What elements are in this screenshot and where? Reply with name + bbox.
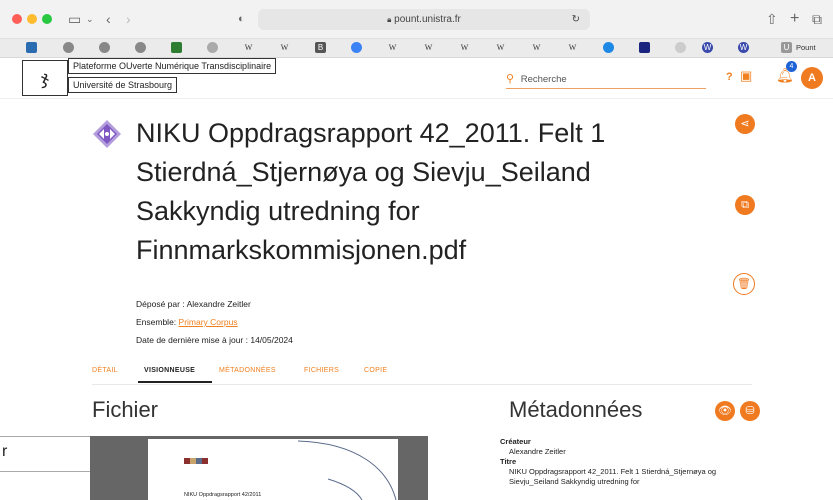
- page-title: NIKU Oppdragsrapport 42_2011. Felt 1 Sti…: [136, 114, 696, 270]
- tab-copy[interactable]: COPIE: [364, 367, 387, 374]
- wikipedia-icon[interactable]: W: [567, 42, 578, 53]
- metadata-heading: Métadonnées: [509, 397, 643, 422]
- presentation-icon[interactable]: ▣: [740, 68, 752, 84]
- pdf-viewer[interactable]: NIKU Oppdragsrapport 42/2011: [90, 436, 428, 500]
- favorites-bar: W W B W W W W W W W W U Pount: [0, 39, 833, 58]
- document-type-icon: [93, 120, 121, 148]
- title-line: Finnmarkskommisjonen.pdf: [136, 235, 467, 265]
- stray-text: r: [2, 443, 8, 460]
- bookmark-icon[interactable]: [99, 42, 110, 53]
- lock-icon: 🔒︎: [387, 15, 392, 24]
- notification-badge: 4: [786, 61, 797, 72]
- title-label-text: Titre: [500, 457, 517, 466]
- title-value-line: NIKU Oppdragsrapport 42_2011. Felt 1 Sti…: [509, 467, 717, 476]
- new-tab-icon[interactable]: +: [790, 10, 799, 28]
- address-bar[interactable]: 🔒︎ pount.unistra.fr ↻: [258, 9, 590, 30]
- reload-icon[interactable]: ↻: [572, 9, 580, 30]
- database-button[interactable]: ⛁: [740, 401, 760, 421]
- close-window-button[interactable]: [12, 14, 22, 24]
- wordpress-icon[interactable]: W: [702, 42, 713, 53]
- forward-icon[interactable]: ›: [126, 10, 131, 28]
- wikipedia-icon[interactable]: W: [531, 42, 542, 53]
- deposited-label: Déposé par :: [136, 299, 187, 309]
- share-button[interactable]: ⋖: [735, 114, 755, 134]
- set-link[interactable]: Primary Corpus: [179, 317, 238, 327]
- wikipedia-icon[interactable]: W: [387, 42, 398, 53]
- wordpress-icon[interactable]: W: [738, 42, 749, 53]
- privacy-shield-icon[interactable]: ◐: [238, 10, 245, 28]
- deposited-value: Alexandre Zeitler: [186, 299, 251, 309]
- help-icon[interactable]: ?: [726, 71, 733, 83]
- creator-label-text: Créateur: [500, 437, 531, 446]
- bookmark-icon[interactable]: [639, 42, 650, 53]
- page-text: NIKU Oppdragsrapport 42/2011: [184, 492, 262, 498]
- address-text: pount.unistra.fr: [394, 14, 461, 25]
- pount-logo[interactable]: ჯ: [22, 60, 68, 96]
- pount-bookmark-label[interactable]: Pount: [796, 43, 816, 52]
- chevron-down-icon[interactable]: ⌄: [86, 10, 94, 28]
- search-input[interactable]: ⚲ Recherche: [506, 70, 706, 89]
- wikipedia-icon[interactable]: W: [243, 42, 254, 53]
- title-line: Sakkyndig utredning for: [136, 196, 420, 226]
- tab-viewer[interactable]: VISIONNEUSE: [144, 367, 195, 374]
- wikipedia-icon[interactable]: W: [459, 42, 470, 53]
- file-heading: Fichier: [92, 397, 159, 422]
- browser-toolbar: ▭ ⌄ ‹ › ◐ 🔒︎ pount.unistra.fr ↻ ⇧ + ⧉: [0, 0, 833, 39]
- updated-value: 14/05/2024: [250, 335, 293, 345]
- bookmark-icon[interactable]: [351, 42, 362, 53]
- title-value-line: Sievju_Seiland Sakkyndig utredning for: [509, 477, 640, 486]
- minimize-window-button[interactable]: [27, 14, 37, 24]
- bookmark-icon[interactable]: [171, 42, 182, 53]
- pount-bookmark-icon[interactable]: U: [781, 42, 792, 53]
- updated-label: Date de dernière mise à jour :: [136, 335, 251, 345]
- wikipedia-icon[interactable]: W: [495, 42, 506, 53]
- bookmark-icon[interactable]: [675, 42, 686, 53]
- site-name: Plateforme OUverte Numérique Transdiscip…: [68, 58, 277, 74]
- last-update: Date de dernière mise à jour : 14/05/202…: [136, 334, 293, 346]
- sidebar-icon[interactable]: ▭: [68, 10, 81, 28]
- avatar[interactable]: A: [801, 67, 823, 89]
- tab-detail[interactable]: DÉTAIL: [92, 367, 118, 374]
- bookmark-icon[interactable]: B: [315, 42, 326, 53]
- page-curve: [297, 440, 397, 500]
- wikipedia-icon[interactable]: W: [423, 42, 434, 53]
- maximize-window-button[interactable]: [42, 14, 52, 24]
- active-tab-indicator: [138, 381, 212, 383]
- title-line: Stierdná_Stjernøya og Sievju_Seiland: [136, 157, 591, 187]
- back-icon[interactable]: ‹: [106, 10, 111, 28]
- share-icon[interactable]: ⇧: [766, 10, 778, 28]
- eye-button[interactable]: 👁︎: [715, 401, 735, 421]
- bookmark-icon[interactable]: [135, 42, 146, 53]
- title-line: NIKU Oppdragsrapport 42_2011. Felt 1: [136, 118, 606, 148]
- tab-files[interactable]: FICHIERS: [304, 367, 339, 374]
- search-icon: ⚲: [506, 73, 515, 85]
- creator-value: Alexandre Zeitler: [509, 447, 566, 456]
- title-label: Titre: [500, 457, 516, 466]
- delete-button[interactable]: 🗑︎: [733, 273, 755, 295]
- creator-label: Créateur: [500, 437, 531, 446]
- university-name: Université de Strasbourg: [68, 77, 178, 93]
- set-label: Ensemble:: [136, 317, 179, 327]
- tab-bar: DÉTAIL VISIONNEUSE MÉTADONNÉES FICHIERS …: [92, 362, 752, 385]
- bookmark-icon[interactable]: [63, 42, 74, 53]
- wikipedia-icon[interactable]: W: [279, 42, 290, 53]
- bookmark-icon[interactable]: [603, 42, 614, 53]
- copy-button[interactable]: ⧉: [735, 195, 755, 215]
- deposited-by: Déposé par : Alexandre Zeitler: [136, 298, 251, 310]
- stray-fragment: r: [0, 436, 90, 472]
- tabs-overview-icon[interactable]: ⧉: [812, 10, 822, 28]
- tab-metadata[interactable]: MÉTADONNÉES: [219, 367, 276, 374]
- search-placeholder: Recherche: [520, 74, 567, 85]
- bookmark-icon[interactable]: [26, 42, 37, 53]
- set-info: Ensemble: Primary Corpus: [136, 316, 238, 328]
- bookmark-icon[interactable]: [207, 42, 218, 53]
- site-header: ჯ Plateforme OUverte Numérique Transdisc…: [0, 58, 833, 99]
- pdf-page: NIKU Oppdragsrapport 42/2011: [148, 439, 398, 500]
